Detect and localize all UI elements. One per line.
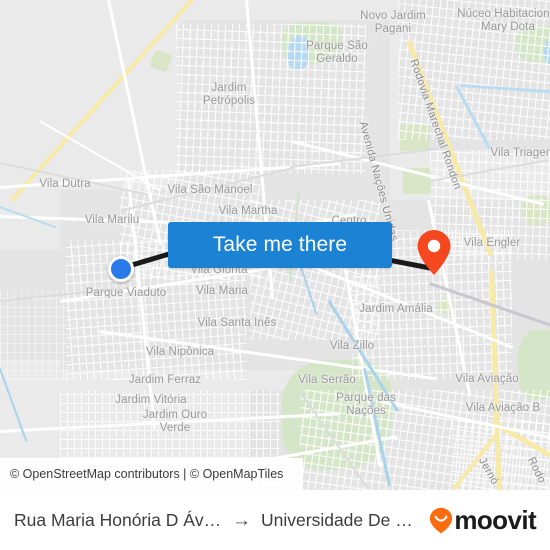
moovit-pin-icon <box>430 507 453 533</box>
attribution-text: © OpenStreetMap contributors | © OpenMap… <box>10 467 284 481</box>
map-canvas[interactable]: Novo Jardim PaganiNúceo Habitacional Mar… <box>0 0 550 490</box>
destination-pin[interactable] <box>416 229 452 276</box>
start-point[interactable] <box>108 256 134 282</box>
moovit-logo[interactable]: moovit <box>429 505 537 535</box>
take-me-there-button[interactable]: Take me there <box>168 222 392 268</box>
trip-summary[interactable]: Rua Maria Honória D Ávila E… → Universid… <box>14 510 423 531</box>
take-me-there-label: Take me there <box>212 233 348 256</box>
moovit-map-screen: Novo Jardim PaganiNúceo Habitacional Mar… <box>0 0 550 550</box>
moovit-wordmark: moovit <box>454 505 536 535</box>
trip-origin: Rua Maria Honória D Ávila E… <box>14 509 222 530</box>
map-attribution: © OpenStreetMap contributors | © OpenMap… <box>0 458 303 490</box>
arrow-right-icon: → <box>232 509 251 531</box>
bottom-bar: Rua Maria Honória D Ávila E… → Universid… <box>0 490 550 550</box>
trip-destination: Universidade De Sã… <box>261 509 424 530</box>
